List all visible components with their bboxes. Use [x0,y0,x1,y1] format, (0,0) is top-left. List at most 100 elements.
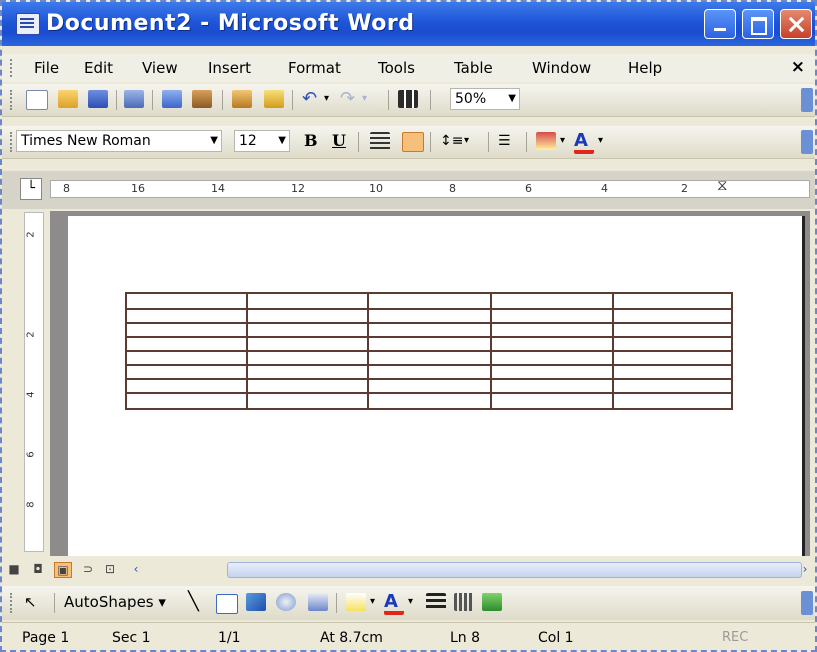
ruler-number: 2 [25,331,37,338]
new-document-icon[interactable] [26,90,48,110]
toolbar-options-icon[interactable] [801,130,813,154]
wordart-icon[interactable] [246,593,266,611]
reading-layout-icon[interactable]: ⊡ [102,562,118,576]
fill-color-icon[interactable] [346,593,366,611]
menu-window[interactable]: Window [532,59,591,77]
chevron-down-icon[interactable]: ▼ [278,131,286,151]
dash-style-icon[interactable] [454,593,474,611]
toolbar-separator [488,132,489,152]
status-page: Page 1 [22,630,70,646]
ruler-number: 6 [525,182,532,195]
view-bar: ■ ◘ ▣ ⊃ ⊡ ‹ › [2,558,815,582]
toolbar-options-icon[interactable] [801,591,813,615]
title-bar[interactable]: Document2 - Microsoft Word [2,2,815,46]
toolbar-separator [388,90,389,110]
toolbar-separator [54,593,55,613]
normal-view-icon[interactable]: ■ [6,562,22,576]
toolbar-separator [526,132,527,152]
toolbar-separator [292,90,293,110]
font-color-icon[interactable]: A [384,593,404,615]
research-icon[interactable] [192,90,212,108]
line-spacing-dropdown-icon[interactable]: ▾ [464,132,484,150]
status-bar: Page 1 Sec 1 1/1 At 8.7cm Ln 8 Col 1 REC [2,622,815,650]
window-title: Document2 - Microsoft Word [46,11,415,36]
menu-table[interactable]: Table [454,59,493,77]
ruler-number: 8 [63,182,70,195]
ruler-number: 10 [369,182,383,195]
table-row-border [127,308,731,310]
autoshapes-menu[interactable]: AutoShapes ▾ [64,593,166,611]
font-color-dropdown-icon[interactable]: ▾ [598,132,618,150]
toolbar-separator [222,90,223,110]
format-painter-icon[interactable] [264,90,284,108]
toolbar-grip[interactable] [10,90,15,110]
rectangle-icon[interactable] [216,594,238,614]
align-left-icon[interactable] [370,132,390,150]
menu-file[interactable]: File [34,59,59,77]
indent-marker-icon[interactable]: ⧖ [717,176,728,194]
ruler-number: 16 [131,182,145,195]
toolbar-grip[interactable] [10,132,15,152]
close-button[interactable] [780,9,812,39]
menu-tools[interactable]: Tools [378,59,415,77]
paste-icon[interactable] [232,90,252,108]
horizontal-scrollbar[interactable] [227,562,802,578]
ruler-number: 14 [211,182,225,195]
columns-icon[interactable] [398,90,418,108]
font-combo[interactable]: Times New Roman ▼ [16,130,222,152]
status-rec[interactable]: REC [722,630,748,645]
horizontal-ruler[interactable]: 8 16 14 12 10 8 6 4 2 ⧖ [50,176,810,198]
document-table[interactable] [125,292,733,410]
menu-bar: File Edit View Insert Format Tools Table… [2,54,815,82]
diagram-icon[interactable] [276,593,296,611]
redo-dropdown-icon[interactable]: ▾ [362,90,382,108]
print-icon[interactable] [124,90,144,108]
chevron-down-icon[interactable]: ▼ [508,89,516,109]
select-objects-icon[interactable]: ↖ [24,593,44,611]
word-document-icon[interactable] [16,13,40,35]
formatting-toolbar: Times New Roman ▼ 12 ▼ B U ↕≡ ▾ ☰ ▾ A ▾ [2,126,815,159]
undo-icon[interactable]: ↶ [302,90,322,108]
close-document-icon[interactable]: × [791,57,805,77]
minimize-button[interactable] [704,9,736,39]
menu-view[interactable]: View [142,59,178,77]
menu-help[interactable]: Help [628,59,662,77]
line-spacing-icon[interactable]: ↕≡ [440,132,463,150]
tab-selector-icon[interactable]: └ [20,178,42,200]
toolbar-separator [116,90,117,110]
font-size-combo[interactable]: 12 ▼ [234,130,290,152]
status-column: Col 1 [538,630,574,646]
line-style-icon[interactable] [426,593,446,611]
scroll-left-icon[interactable]: ‹ [128,562,144,576]
toolbar-options-icon[interactable] [801,88,813,112]
open-folder-icon[interactable] [58,90,78,108]
menu-edit[interactable]: Edit [84,59,113,77]
clip-art-icon[interactable] [308,593,328,611]
menu-format[interactable]: Format [288,59,341,77]
maximize-button[interactable] [742,9,774,39]
print-layout-icon[interactable]: ▣ [54,562,72,578]
web-layout-icon[interactable]: ◘ [30,562,46,576]
spelling-icon[interactable] [162,90,182,108]
font-color-icon[interactable]: A [574,132,594,154]
bullets-icon[interactable]: ☰ [498,132,518,150]
chevron-down-icon[interactable]: ▼ [210,131,218,151]
save-icon[interactable] [88,90,108,108]
status-line: Ln 8 [450,630,481,646]
shadow-style-icon[interactable] [482,593,502,611]
highlight-icon[interactable] [536,132,556,150]
justify-icon[interactable] [402,132,424,152]
table-row-border [127,322,731,324]
redo-icon[interactable]: ↷ [340,90,360,108]
toolbar-grip[interactable] [10,593,15,613]
bold-button[interactable]: B [304,131,318,150]
menu-insert[interactable]: Insert [208,59,251,77]
font-color-dropdown-icon[interactable]: ▾ [408,593,428,611]
zoom-combo[interactable]: 50% ▼ [450,88,520,110]
outline-view-icon[interactable]: ⊃ [80,562,96,576]
underline-button[interactable]: U [332,131,346,150]
line-icon[interactable]: ╲ [188,593,208,611]
scroll-right-icon[interactable]: › [797,562,813,576]
vertical-ruler[interactable]: 2 2 4 6 8 [24,212,44,552]
menu-grip[interactable] [10,59,15,77]
